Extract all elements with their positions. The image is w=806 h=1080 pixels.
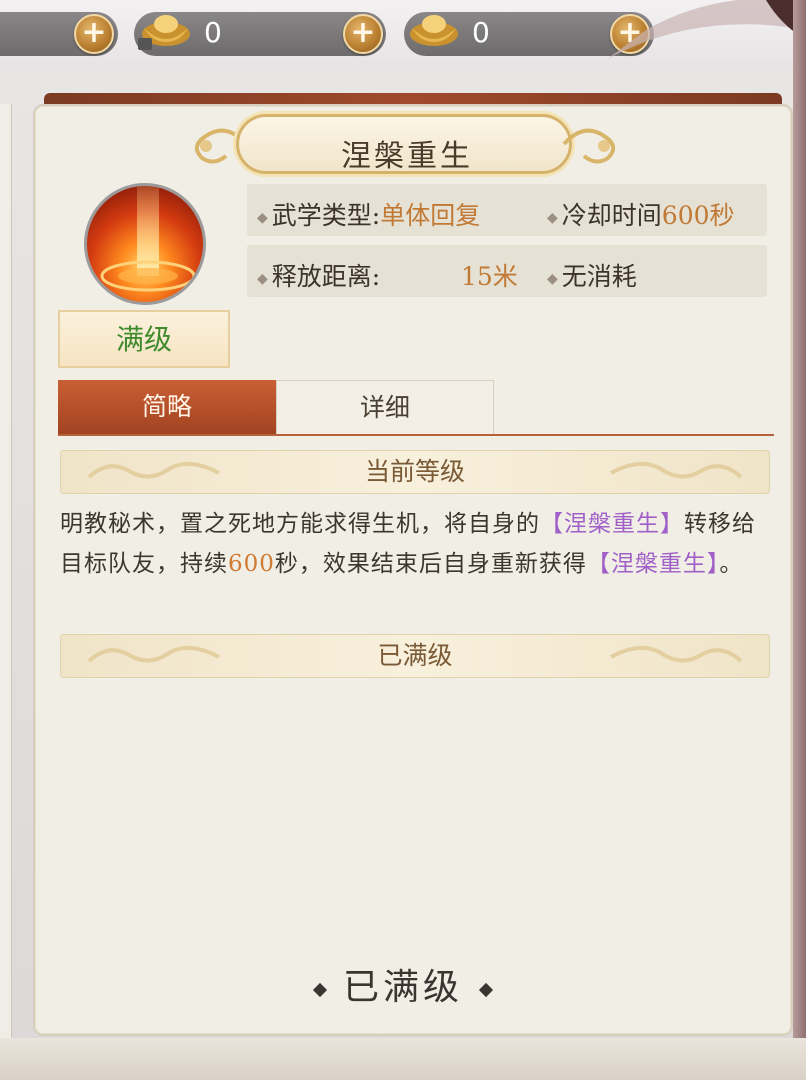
stat-cost: ◆ 无消耗	[547, 257, 637, 293]
currency-bar: + 0 + 0 +	[0, 0, 806, 70]
cloud-pattern-icon	[87, 461, 220, 479]
diamond-ornament-icon	[478, 982, 494, 998]
section-next-level-title: 已满级	[377, 641, 453, 670]
stat-skill-type: ◆ 武学类型:单体回复	[257, 196, 480, 232]
gold-ingot-icon	[410, 15, 458, 46]
stat-range-value: 15米	[461, 262, 518, 291]
tab-detailed[interactable]: 详细	[276, 380, 494, 434]
left-panel-edge	[0, 104, 12, 1040]
section-current-level-title: 当前等级	[364, 457, 465, 486]
stat-row-1: ◆ 武学类型:单体回复 ◆ 冷却时间600秒	[247, 184, 767, 236]
max-level-text: 已满级	[342, 967, 463, 1008]
stat-type-label: 武学类型:	[271, 201, 381, 230]
decorative-swoosh	[606, 0, 806, 60]
stat-row-2: ◆ 释放距离: 15米 ◆ 无消耗	[247, 245, 767, 297]
cloud-pattern-icon	[610, 645, 743, 663]
desc-duration-value: 600	[228, 551, 275, 577]
diamond-bullet-icon: ◆	[547, 209, 558, 226]
diamond-bullet-icon: ◆	[257, 270, 268, 287]
skill-level-status: 满级	[58, 310, 230, 368]
stat-cooldown-value: 600秒	[661, 201, 735, 230]
title-banner: 涅槃重生	[180, 108, 630, 178]
cloud-pattern-icon	[87, 645, 220, 663]
desc-highlight-skill-1: 【涅槃重生】	[540, 511, 684, 537]
cloud-ornament-right-icon	[562, 128, 616, 164]
right-panel-edge	[793, 0, 806, 1080]
gold-ingot-bound-icon	[138, 15, 190, 50]
tab-brief[interactable]: 简略	[58, 380, 276, 434]
stat-cost-label: 无消耗	[561, 262, 637, 291]
diamond-bullet-icon: ◆	[257, 209, 268, 226]
desc-text-3: 秒，效果结束后自身重新获得	[274, 551, 587, 577]
currency-bound-gold-value: 0	[204, 16, 222, 49]
add-bound-gold-button[interactable]: +	[343, 14, 383, 54]
diamond-ornament-icon	[312, 982, 328, 998]
desc-text-4: 。	[719, 551, 744, 577]
fire-pillar-icon	[84, 183, 206, 305]
add-currency-button[interactable]: +	[74, 14, 114, 54]
skill-title: 涅槃重生	[341, 139, 473, 174]
currency-gold-value: 0	[472, 16, 490, 49]
stat-range: ◆ 释放距离:	[257, 257, 380, 293]
stat-cooldown: ◆ 冷却时间600秒	[547, 196, 735, 232]
detail-tabs: 简略 详细	[58, 380, 774, 436]
desc-highlight-skill-2: 【涅槃重生】	[586, 551, 720, 577]
diamond-bullet-icon: ◆	[547, 270, 558, 287]
cloud-pattern-icon	[610, 461, 743, 479]
max-level-status: 已满级	[0, 958, 806, 1010]
section-next-level: 已满级	[60, 634, 770, 678]
stat-cooldown-label: 冷却时间	[561, 201, 662, 230]
section-current-level: 当前等级	[60, 450, 770, 494]
skill-description: 明教秘术，置之死地方能求得生机，将自身的【涅槃重生】转移给目标队友，持续600秒…	[60, 504, 768, 584]
title-plaque: 涅槃重生	[236, 114, 572, 174]
bottom-decoration	[0, 1038, 806, 1080]
desc-text-1: 明教秘术，置之死地方能求得生机，将自身的	[60, 511, 540, 537]
stat-type-value: 单体回复	[380, 201, 481, 230]
stat-range-label: 释放距离:	[271, 262, 381, 291]
